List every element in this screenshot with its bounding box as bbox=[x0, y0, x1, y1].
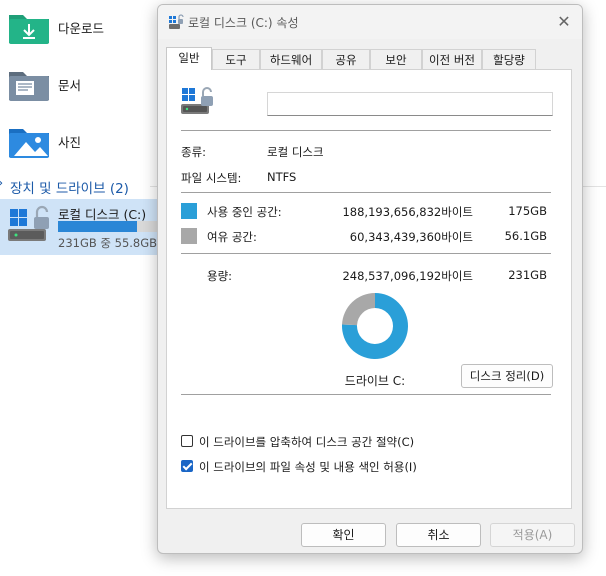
separator bbox=[181, 394, 551, 395]
cancel-button[interactable]: 취소 bbox=[396, 523, 481, 547]
free-space-bytes: 60,343,439,360바이트 bbox=[349, 230, 473, 244]
documents-folder-icon bbox=[9, 72, 49, 101]
used-space-swatch bbox=[181, 203, 197, 219]
tab-strip: 일반 도구 하드웨어 공유 보안 이전 버전 할당량 bbox=[166, 47, 574, 70]
tab-tools[interactable]: 도구 bbox=[212, 49, 260, 69]
type-label: 종류: bbox=[181, 145, 207, 159]
tab-quota[interactable]: 할당량 bbox=[482, 49, 536, 69]
tab-hardware[interactable]: 하드웨어 bbox=[260, 49, 322, 69]
separator bbox=[181, 192, 551, 193]
filesystem-label: 파일 시스템: bbox=[181, 171, 242, 185]
filesystem-value: NTFS bbox=[267, 170, 297, 184]
free-space-label: 여유 공간: bbox=[207, 230, 257, 244]
compress-checkbox-label: 이 드라이브를 압축하여 디스크 공간 절약(C) bbox=[199, 435, 415, 449]
tab-previous-versions[interactable]: 이전 버전 bbox=[422, 49, 482, 69]
compress-checkbox[interactable] bbox=[181, 435, 193, 447]
apply-button[interactable]: 적용(A) bbox=[490, 523, 575, 547]
drive-lock-icon bbox=[181, 87, 213, 114]
used-space-label: 사용 중인 공간: bbox=[207, 205, 282, 219]
tab-general[interactable]: 일반 bbox=[166, 47, 212, 70]
download-folder-icon bbox=[9, 15, 49, 44]
drive-lock-icon bbox=[169, 14, 184, 29]
ok-button[interactable]: 확인 bbox=[301, 523, 386, 547]
drive-size-text: 231GB 중 55.8GB bbox=[58, 236, 158, 250]
folder-label: 사진 bbox=[58, 135, 82, 150]
used-space-bytes: 188,193,656,832바이트 bbox=[342, 205, 473, 219]
index-checkbox[interactable] bbox=[181, 460, 193, 472]
folder-label: 다운로드 bbox=[58, 21, 105, 36]
capacity-label: 용량: bbox=[207, 269, 233, 283]
free-space-swatch bbox=[181, 228, 197, 244]
folder-label: 문서 bbox=[58, 78, 82, 93]
capacity-bytes: 248,537,096,192바이트 bbox=[342, 269, 473, 283]
drive-usage-bar bbox=[58, 221, 162, 232]
type-value: 로컬 디스크 bbox=[267, 145, 324, 159]
dialog-titlebar[interactable]: 로컬 디스크 (C:) 속성 ✕ bbox=[158, 5, 582, 39]
separator bbox=[181, 253, 551, 254]
tab-security[interactable]: 보안 bbox=[370, 49, 422, 69]
dialog-title: 로컬 디스크 (C:) 속성 bbox=[188, 16, 299, 30]
donut-slice-free bbox=[342, 293, 375, 326]
windows-drive-icon bbox=[8, 205, 49, 241]
pictures-folder-icon bbox=[9, 129, 49, 158]
general-panel: 종류: 로컬 디스크 파일 시스템: NTFS 사용 중인 공간: 188,19… bbox=[166, 69, 572, 509]
drive-tile-c[interactable]: 로컬 디스크 (C:) 231GB 중 55.8GB bbox=[0, 199, 162, 255]
properties-dialog: 로컬 디스크 (C:) 속성 ✕ 일반 도구 하드웨어 공유 보안 이전 버전 … bbox=[157, 4, 583, 554]
close-icon: ✕ bbox=[557, 12, 571, 31]
tab-sharing[interactable]: 공유 bbox=[322, 49, 370, 69]
usage-donut-chart bbox=[342, 293, 408, 359]
capacity-size: 231GB bbox=[508, 268, 547, 282]
free-space-size: 56.1GB bbox=[504, 229, 547, 243]
disk-cleanup-button[interactable]: 디스크 정리(D) bbox=[461, 364, 553, 388]
chevron-down-icon: › bbox=[0, 176, 3, 191]
used-space-size: 175GB bbox=[508, 204, 547, 218]
drive-name-input[interactable] bbox=[267, 92, 553, 116]
separator bbox=[181, 130, 551, 131]
section-title: 장치 및 드라이브 (2) bbox=[10, 181, 129, 197]
close-button[interactable]: ✕ bbox=[546, 5, 582, 39]
index-checkbox-label: 이 드라이브의 파일 속성 및 내용 색인 허용(I) bbox=[199, 460, 417, 474]
drive-letter-label: 드라이브 C: bbox=[344, 374, 406, 388]
drive-usage-fill bbox=[58, 221, 138, 232]
